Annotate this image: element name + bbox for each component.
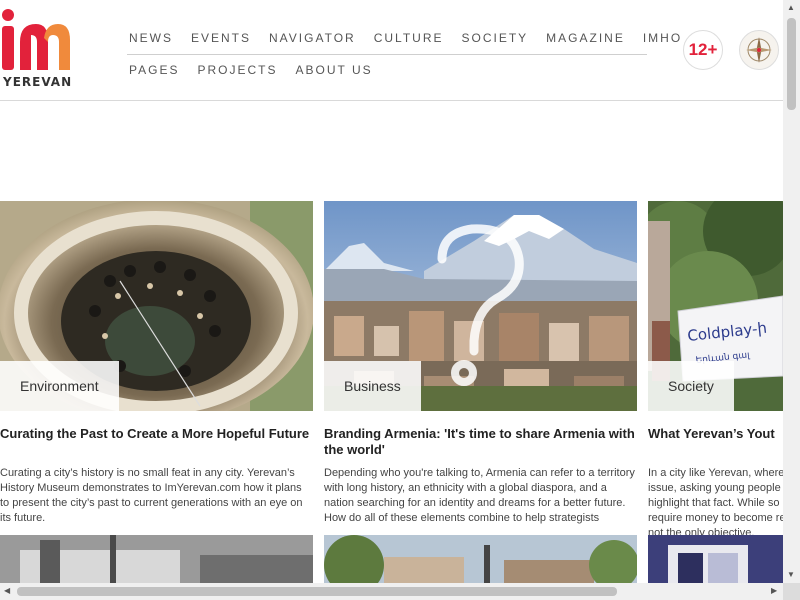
scroll-up-arrow-icon[interactable]: ▲ (787, 4, 795, 12)
main-nav-row-1: NEWS EVENTS NAVIGATOR CULTURE SOCIETY MA… (129, 31, 700, 45)
nav-projects[interactable]: PROJECTS (197, 63, 277, 77)
logo-text: YEREVAN (3, 75, 73, 89)
article-image-next-2[interactable] (324, 535, 637, 583)
nav-events[interactable]: EVENTS (191, 31, 251, 45)
article-excerpt: Curating a city’s history is no small fe… (0, 467, 303, 524)
article-excerpt: Depending who you're talking to, Armenia… (324, 467, 635, 524)
nav-culture[interactable]: CULTURE (374, 31, 444, 45)
scroll-down-arrow-icon[interactable]: ▼ (787, 571, 795, 579)
vertical-scroll-thumb[interactable] (787, 18, 796, 110)
article-card-business[interactable]: Business Branding Armenia: 'It's time to… (324, 201, 637, 535)
article-excerpt: In a city like Yerevan, where issue, ask… (648, 467, 783, 535)
main-nav-row-2: PAGES PROJECTS ABOUT US (129, 63, 391, 77)
nav-navigator[interactable]: NAVIGATOR (269, 31, 356, 45)
vertical-scrollbar[interactable]: ▲ ▼ (783, 0, 800, 583)
nav-society[interactable]: SOCIETY (461, 31, 528, 45)
site-header: YEREVAN NEWS EVENTS NAVIGATOR CULTURE SO… (0, 0, 783, 101)
nav-magazine[interactable]: MAGAZINE (546, 31, 625, 45)
horizontal-scrollbar[interactable]: ◀ ▶ (0, 583, 783, 600)
horizontal-scroll-thumb[interactable] (17, 587, 617, 596)
category-tag[interactable]: Business (324, 361, 421, 418)
compass-button[interactable] (739, 30, 779, 70)
scroll-right-arrow-icon[interactable]: ▶ (771, 587, 777, 595)
scroll-left-arrow-icon[interactable]: ◀ (4, 587, 10, 595)
nav-divider (127, 54, 647, 55)
category-tag[interactable]: Society (648, 361, 734, 418)
scrollbar-corner (783, 583, 800, 600)
nav-about-us[interactable]: ABOUT US (295, 63, 372, 77)
logo-mark-icon (2, 9, 70, 70)
article-card-society[interactable]: Coldplay-ի Երևան գալ Society What Yereva… (648, 201, 783, 535)
article-image-next-3[interactable] (648, 535, 783, 583)
article-title[interactable]: Curating the Past to Create a More Hopef… (0, 426, 313, 442)
site-logo[interactable]: YEREVAN (0, 8, 76, 92)
nav-pages[interactable]: PAGES (129, 63, 179, 77)
article-card-environment[interactable]: Environment Curating the Past to Create … (0, 201, 313, 535)
compass-icon (746, 37, 772, 63)
age-rating-badge: 12+ (683, 30, 723, 70)
article-title[interactable]: Branding Armenia: 'It's time to share Ar… (324, 426, 637, 458)
page: YEREVAN NEWS EVENTS NAVIGATOR CULTURE SO… (0, 0, 783, 583)
article-title[interactable]: What Yerevan’s Yout (648, 426, 783, 442)
nav-news[interactable]: NEWS (129, 31, 173, 45)
category-tag[interactable]: Environment (0, 361, 119, 418)
nav-imho[interactable]: IMHO (643, 31, 682, 45)
article-image-next-1[interactable] (0, 535, 313, 583)
